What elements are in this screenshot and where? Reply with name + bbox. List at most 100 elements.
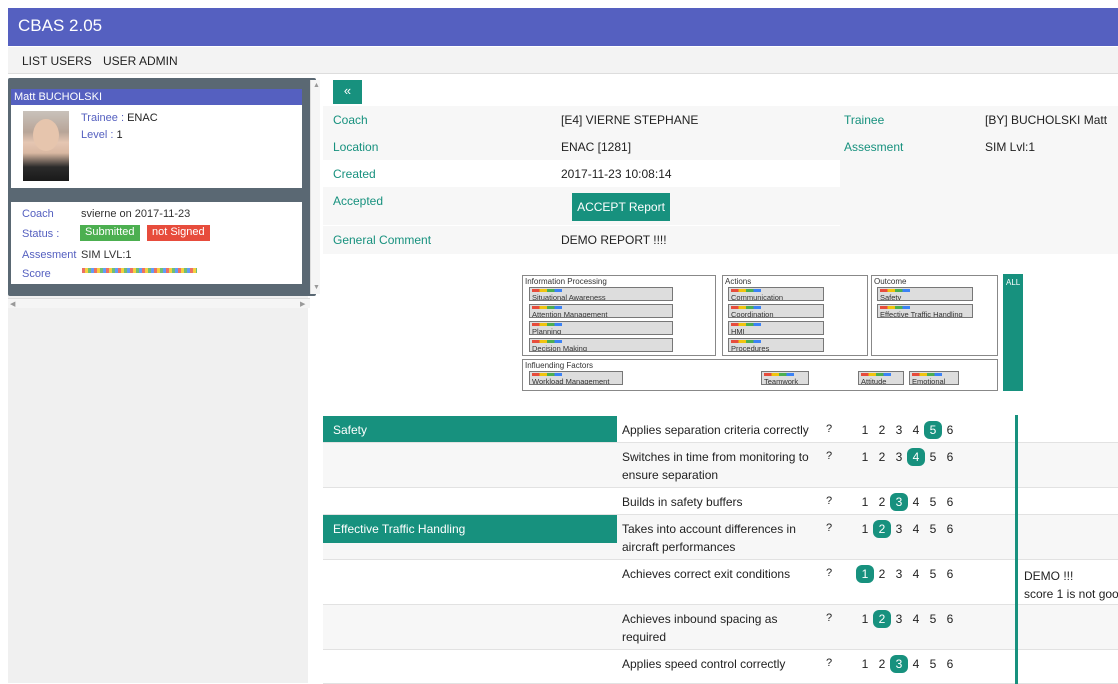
- scroll-down-icon[interactable]: ▼: [313, 284, 320, 291]
- all-competencies-button[interactable]: ALL: [1003, 274, 1023, 391]
- score-option[interactable]: 2: [873, 610, 891, 628]
- competency-hmi[interactable]: HMI: [728, 321, 824, 335]
- info-shade: [840, 160, 1118, 226]
- score-option[interactable]: 4: [907, 421, 925, 439]
- help-question-icon[interactable]: ?: [826, 522, 832, 534]
- score-option[interactable]: 5: [924, 565, 942, 583]
- score-option[interactable]: 6: [941, 565, 959, 583]
- table-row: Effective Traffic Handling Takes into acc…: [323, 515, 1118, 560]
- competency-decision-making[interactable]: Decision Making: [529, 338, 673, 352]
- competency-coordination[interactable]: Coordination: [728, 304, 824, 318]
- score-option[interactable]: 4: [907, 655, 925, 673]
- score-option[interactable]: 4: [907, 448, 925, 466]
- help-question-icon[interactable]: ?: [826, 567, 832, 579]
- factor-emotional[interactable]: Emotional: [909, 371, 959, 385]
- score-sparkline: [82, 268, 197, 273]
- score-option[interactable]: 5: [924, 520, 942, 538]
- accept-report-button[interactable]: ACCEPT Report: [572, 193, 670, 221]
- scroll-left-icon[interactable]: ◀: [10, 300, 15, 308]
- score-option[interactable]: 1: [856, 448, 874, 466]
- score-option[interactable]: 1: [856, 565, 874, 583]
- score-option[interactable]: 2: [873, 421, 891, 439]
- competency-procedures[interactable]: Procedures: [728, 338, 824, 352]
- score-scale: 123456: [856, 520, 958, 538]
- score-option[interactable]: 5: [924, 421, 942, 439]
- status-badge-submitted: Submitted: [80, 225, 140, 241]
- score-option[interactable]: 4: [907, 610, 925, 628]
- location-row: Location ENAC [1281] Assesment SIM Lvl:1: [323, 133, 1118, 161]
- score-scale: 123456: [856, 610, 958, 628]
- avatar: [23, 111, 69, 181]
- group-outcome: Outcome Safety Effective Traffic Handlin…: [871, 275, 998, 356]
- score-option[interactable]: 2: [873, 565, 891, 583]
- score-option[interactable]: 6: [941, 448, 959, 466]
- score-option[interactable]: 3: [890, 448, 908, 466]
- competency-planning[interactable]: Planning: [529, 321, 673, 335]
- scroll-right-icon[interactable]: ▶: [300, 300, 305, 308]
- score-scale: 123456: [856, 655, 958, 673]
- score-option[interactable]: 4: [907, 520, 925, 538]
- score-option[interactable]: 6: [941, 493, 959, 511]
- level-value: 1: [116, 129, 123, 141]
- score-option[interactable]: 3: [890, 421, 908, 439]
- help-question-icon[interactable]: ?: [826, 423, 832, 435]
- group-outcome-title: Outcome: [874, 277, 907, 286]
- table-row: Achieves correct exit conditions? 1 2 3 4 5 6: [323, 560, 1118, 605]
- score-option[interactable]: 5: [924, 610, 942, 628]
- scroll-up-icon[interactable]: ▲: [313, 82, 320, 89]
- score-option[interactable]: 1: [856, 520, 874, 538]
- score-option[interactable]: 2: [873, 448, 891, 466]
- competency-safety[interactable]: Safety: [877, 287, 973, 301]
- score-option[interactable]: 3: [890, 655, 908, 673]
- menu-bar: LIST USERS USER ADMIN: [8, 47, 1118, 74]
- report-assessment-label: Assesment: [844, 140, 904, 154]
- menu-item-list-users[interactable]: LIST USERS: [22, 54, 92, 68]
- score-option[interactable]: 2: [873, 655, 891, 673]
- score-option[interactable]: 6: [941, 655, 959, 673]
- menu-item-user-admin[interactable]: USER ADMIN: [103, 54, 178, 68]
- table-row: Switches in time from monitoring to ensu…: [323, 443, 1118, 488]
- score-option[interactable]: 2: [873, 520, 891, 538]
- help-question-icon[interactable]: ?: [826, 657, 832, 669]
- score-option[interactable]: 5: [924, 655, 942, 673]
- score-option[interactable]: 1: [856, 655, 874, 673]
- competency-communication[interactable]: Communication: [728, 287, 824, 301]
- score-option[interactable]: 2: [873, 493, 891, 511]
- factor-workload-management[interactable]: Workload Management: [529, 371, 623, 385]
- report-coach-label: Coach: [333, 113, 368, 127]
- trainee-label: Trainee :: [81, 112, 125, 124]
- competency-situational-awareness[interactable]: Situational Awareness: [529, 287, 673, 301]
- factor-attitude[interactable]: Attitude: [858, 371, 904, 385]
- horizontal-scrollbar[interactable]: ◀ ▶: [8, 298, 310, 308]
- score-option[interactable]: 6: [941, 520, 959, 538]
- score-option[interactable]: 6: [941, 610, 959, 628]
- help-question-icon[interactable]: ?: [826, 612, 832, 624]
- collapse-panel-button[interactable]: «: [333, 80, 362, 104]
- competency-effective-traffic-handling[interactable]: Effective Traffic Handling: [877, 304, 973, 318]
- score-option[interactable]: 3: [890, 493, 908, 511]
- coach-row: Coach [E4] VIERNE STEPHANE Trainee [BY] …: [323, 106, 1118, 134]
- score-option[interactable]: 1: [856, 610, 874, 628]
- vertical-scrollbar[interactable]: ▲ ▼: [310, 80, 320, 294]
- competency-attention-management[interactable]: Attention Management: [529, 304, 673, 318]
- group-actions: Actions Communication Coordination HMI P…: [722, 275, 868, 356]
- help-question-icon[interactable]: ?: [826, 450, 832, 462]
- profile-header: Matt BUCHOLSKI Trainee : ENAC Level : 1: [11, 89, 302, 188]
- group-influencing-factors-title: Influending Factors: [525, 361, 594, 370]
- factor-teamwork[interactable]: Teamwork: [761, 371, 809, 385]
- score-option[interactable]: 3: [890, 610, 908, 628]
- score-option[interactable]: 1: [856, 493, 874, 511]
- score-option[interactable]: 5: [924, 493, 942, 511]
- coach-value: svierne on 2017-11-23: [81, 208, 191, 220]
- score-option[interactable]: 3: [890, 520, 908, 538]
- score-option[interactable]: 3: [890, 565, 908, 583]
- help-question-icon[interactable]: ?: [826, 495, 832, 507]
- score-option[interactable]: 1: [856, 421, 874, 439]
- report-comment-label: General Comment: [333, 233, 432, 247]
- score-option[interactable]: 4: [907, 493, 925, 511]
- score-scale: 123456: [856, 421, 958, 439]
- score-option[interactable]: 4: [907, 565, 925, 583]
- score-scale: 123456: [856, 565, 958, 583]
- score-option[interactable]: 5: [924, 448, 942, 466]
- score-option[interactable]: 6: [941, 421, 959, 439]
